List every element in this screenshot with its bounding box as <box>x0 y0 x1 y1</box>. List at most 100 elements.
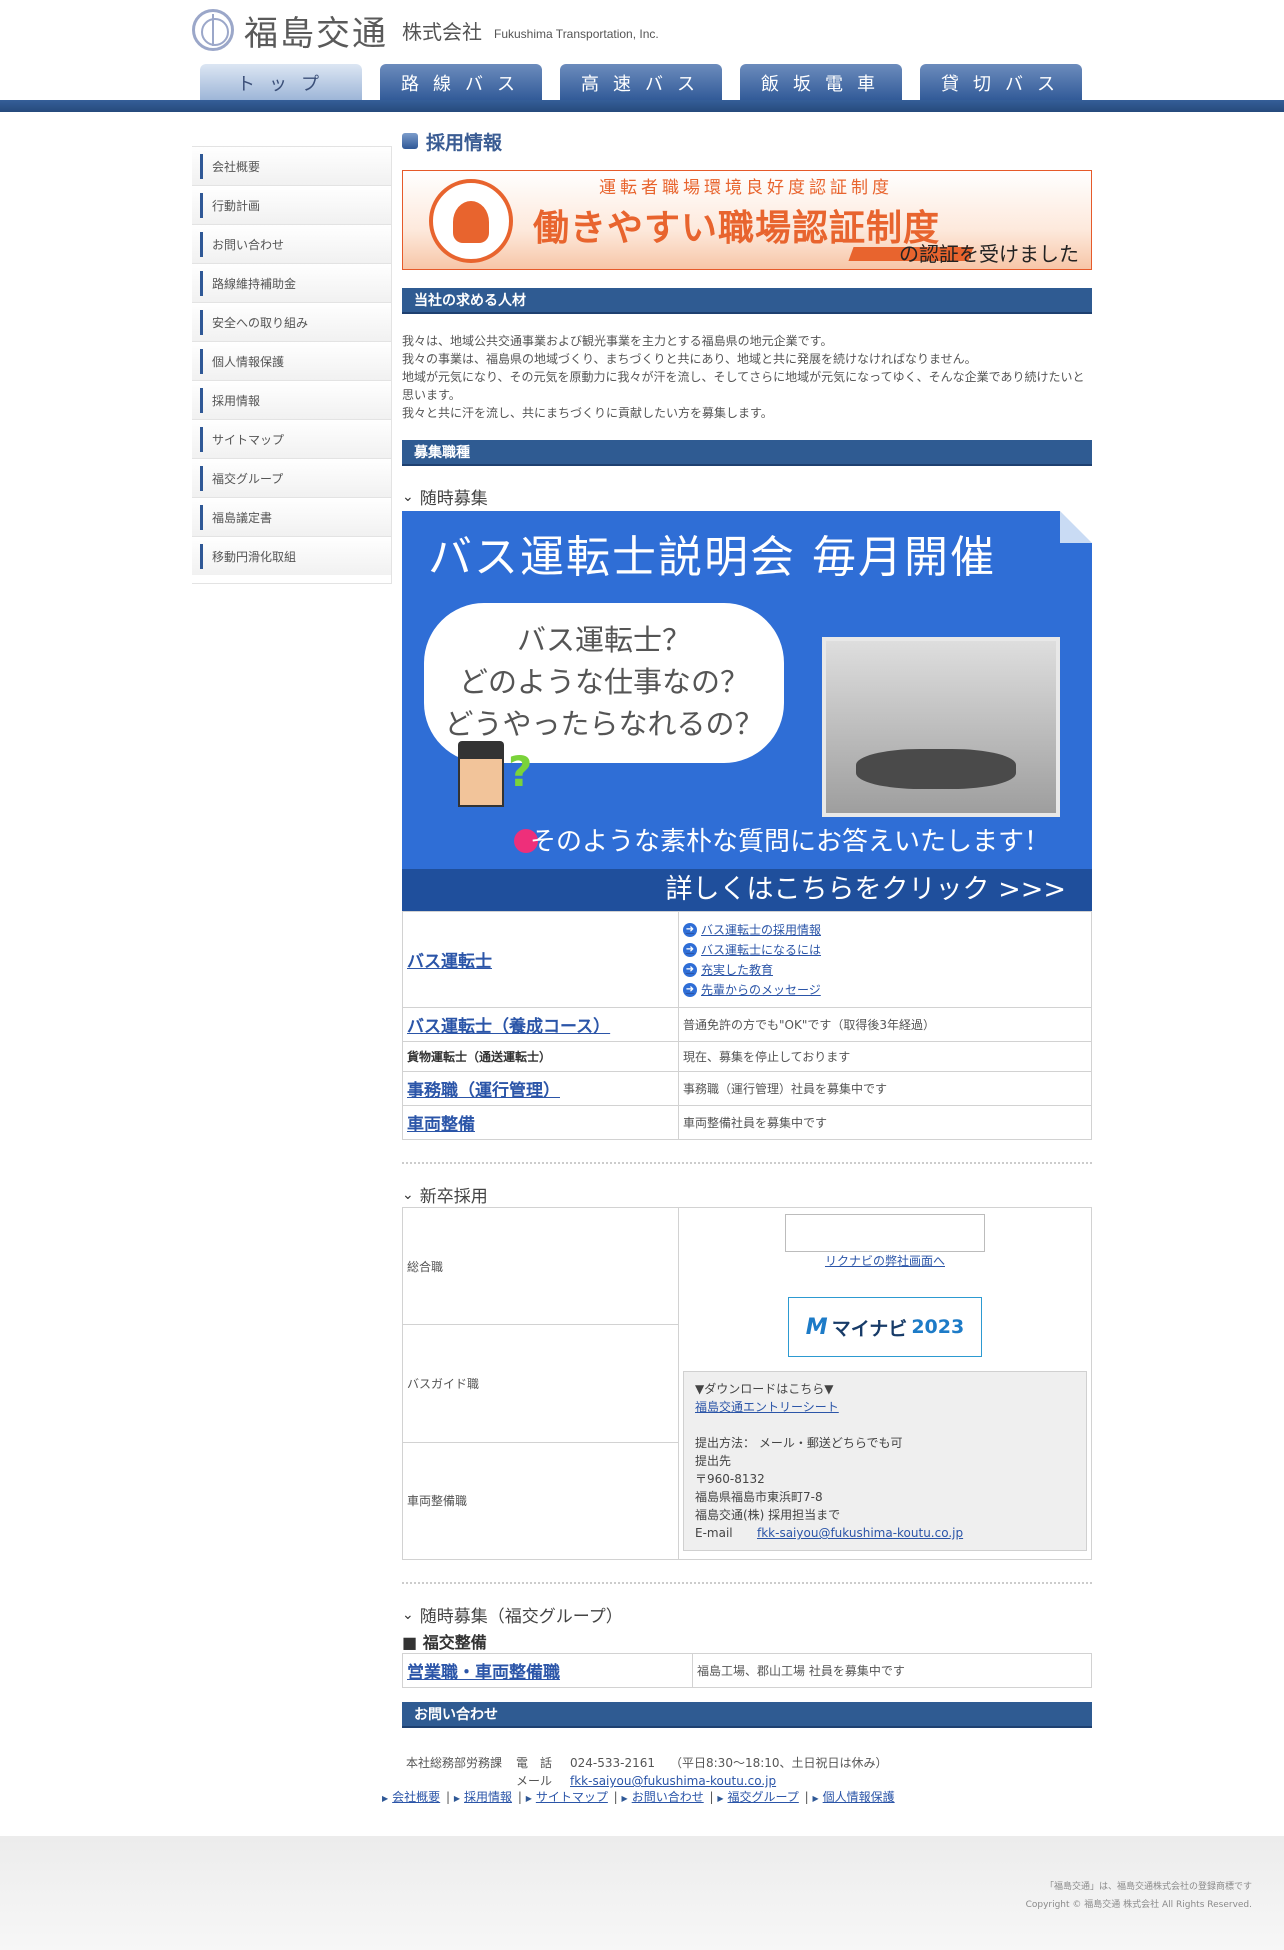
job-link-office[interactable]: 事務職（運行管理） <box>407 1081 560 1101</box>
job-links-cell: ➜ バス運転士の採用情報 ➜ バス運転士になるには ➜ 充実した教育 ➜ 先輩からのメッ… <box>678 911 1092 1008</box>
sidebar-item-action-plan[interactable]: 行動計画 <box>192 185 391 224</box>
footer-links: ▶ 会社概要 | ▶ 採用情報 | ▶ サイトマップ | ▶ お問い合わせ | ▶ 福交グ… <box>382 1790 895 1804</box>
section-header-jobs: 募集職種 <box>402 440 1092 466</box>
page-fold-icon <box>1060 511 1092 543</box>
job-cell: 営業職・車両整備職 <box>402 1653 693 1688</box>
sidebar-item-group[interactable]: 福交グループ <box>192 458 391 497</box>
job-link-maintenance[interactable]: 車両整備 <box>407 1115 475 1135</box>
title-bullet-icon <box>402 133 418 149</box>
site-footer: 「福島交通」は、福島交通株式会社の登録商標です Copyright © 福島交通… <box>0 1836 1284 1950</box>
banner1-sub: 運転者職場環境良好度認証制度 <box>599 178 893 198</box>
footer-link-sitemap[interactable]: サイトマップ <box>536 1790 608 1804</box>
graduate-recruit-title: 新卒採用 <box>419 1187 488 1207</box>
nav-tab-highway-bus[interactable]: 高速バス <box>560 64 722 102</box>
sidebar-item-protocol[interactable]: 福島議定書 <box>192 497 391 536</box>
sidebar-item-contact[interactable]: お問い合わせ <box>192 224 391 263</box>
footer-link-contact[interactable]: お問い合わせ <box>632 1790 704 1804</box>
grad-job: 総合職 <box>402 1206 679 1326</box>
arrow-right-icon: ➜ <box>683 942 697 957</box>
group-jobs-table: 営業職・車両整備職 福島工場、郡山工場 社員を募集中です <box>402 1653 1092 1688</box>
mynavi-year: 2023 <box>911 1316 965 1338</box>
logo-company-suffix: 株式会社 <box>402 19 482 44</box>
workplace-cert-banner[interactable]: 運転者職場環境良好度認証制度 働きやすい職場認証制度 の認証を受けました <box>402 170 1092 270</box>
table-row: 貨物運転士（通送運転士） 現在、募集を停止しております <box>402 1041 1092 1072</box>
graduate-recruit-head: ⌄ 新卒採用 <box>402 1182 1092 1208</box>
entry-sheet-link[interactable]: 福島交通エントリーシート <box>695 1400 839 1414</box>
grad-job: 車両整備職 <box>402 1441 679 1561</box>
job-link-driver-training[interactable]: バス運転士（養成コース） <box>407 1017 610 1037</box>
logo-name: 福島交通 <box>244 13 388 54</box>
nav-tab-route-bus[interactable]: 路線バス <box>380 64 542 102</box>
bubble-line: どのような仕事なの？ <box>458 665 749 699</box>
tel-number: 024-533-2161 <box>570 1756 656 1770</box>
intro-line: 地域が元気になり、その元気を原動力に我々が汗を流し、そしてさらに地域が元気になっ… <box>402 370 1085 402</box>
nav-tab-charter-bus[interactable]: 貸切バス <box>920 64 1082 102</box>
job-desc: 現在、募集を停止しております <box>678 1041 1092 1072</box>
table-row: バス運転士（養成コース） 普通免許の方でも"OK"です（取得後3年経過） <box>402 1007 1092 1042</box>
sidebar-item-privacy[interactable]: 個人情報保護 <box>192 341 391 380</box>
rikunabi-link[interactable]: リクナビの弊社画面へ <box>825 1254 945 1268</box>
table-row: 総合職 リクナビの弊社画面へ M マイナビ 2023 ▼ダウンロードはこちら▼ … <box>402 1206 1092 1560</box>
footer-link-company[interactable]: 会社概要 <box>392 1790 440 1804</box>
job-cell: バス運転士 <box>402 911 679 1008</box>
sidebar-item-safety[interactable]: 安全への取り組み <box>192 302 391 341</box>
confused-face-icon <box>458 741 504 807</box>
link-training[interactable]: ➜ 充実した教育 <box>683 960 1087 980</box>
job-link-sales-maintenance[interactable]: 営業職・車両整備職 <box>407 1663 560 1683</box>
table-row: 営業職・車両整備職 福島工場、郡山工場 社員を募集中です <box>402 1653 1092 1688</box>
dotted-divider <box>402 1162 1092 1164</box>
nav-tab-top[interactable]: トップ <box>200 64 362 102</box>
triangle-icon: ▶ <box>717 1794 724 1803</box>
nav-tab-iizaka-train[interactable]: 飯坂電車 <box>740 64 902 102</box>
intro-line: 我々の事業は、福島県の地域づくり、まちづくりと共にあり、地域と共に発展を続けなけ… <box>402 352 977 366</box>
sidebar-item-sitemap[interactable]: サイトマップ <box>192 419 391 458</box>
driver-briefing-banner[interactable]: バス運転士説明会 毎月開催 バス運転士？ どのような仕事なの？ どうやったらなれ… <box>402 511 1092 911</box>
download-head: ▼ダウンロードはこちら▼ <box>695 1382 834 1396</box>
bubble-line: バス運転士？ <box>516 623 691 657</box>
table-row: 車両整備 車両整備社員を募集中です <box>402 1105 1092 1140</box>
submit-dest-label: 提出先 <box>695 1454 732 1468</box>
job-link-bus-driver[interactable]: バス運転士 <box>407 952 492 972</box>
tel-label: 電 話 <box>516 1756 553 1770</box>
rikunabi-image[interactable] <box>785 1214 985 1252</box>
job-desc: 福島工場、郡山工場 社員を募集中です <box>692 1653 1092 1688</box>
section-header-contact: お問い合わせ <box>402 1702 1092 1728</box>
tel-hours: （平日8:30～18:10、土日祝日は休み） <box>670 1756 888 1770</box>
sidebar-item-recruit[interactable]: 採用情報 <box>192 380 391 419</box>
sidebar-item-route-subsidy[interactable]: 路線維持補助金 <box>192 263 391 302</box>
triangle-icon: ▶ <box>812 1794 819 1803</box>
link-how-to-become[interactable]: ➜ バス運転士になるには <box>683 940 1087 960</box>
contact-tel-row: 本社総務部労務課 電 話 024-533-2161 （平日8:30～18:10、… <box>406 1754 1092 1772</box>
speech-bubble: バス運転士？ どのような仕事なの？ どうやったらなれるの？ <box>424 603 784 763</box>
footer-link-recruit[interactable]: 採用情報 <box>464 1790 512 1804</box>
job-cell: 車両整備 <box>402 1105 679 1140</box>
company-recipient: 福島交通(株) 採用担当まで <box>695 1508 841 1522</box>
group-recruit-head: ⌄ 随時募集（福交グループ） <box>402 1602 1092 1628</box>
banner1-main: 働きやすい職場認証制度 <box>533 208 941 249</box>
triangle-icon: ▶ <box>382 1794 389 1803</box>
link-driver-recruit[interactable]: ➜ バス運転士の採用情報 <box>683 920 1087 940</box>
mynavi-badge[interactable]: M マイナビ 2023 <box>788 1297 982 1357</box>
site-logo[interactable]: 福島交通 株式会社 Fukushima Transportation, Inc. <box>192 8 659 54</box>
job-desc: 事務職（運行管理）社員を募集中です <box>678 1071 1092 1106</box>
intro-line: 我々と共に汗を流し、共にまちづくりに貢献したい方を募集します。 <box>402 406 773 420</box>
ongoing-recruit-head: ⌄ 随時募集 <box>402 484 1092 510</box>
sidebar-item-company[interactable]: 会社概要 <box>192 146 391 185</box>
job-cell: 貨物運転士（通送運転士） <box>402 1041 679 1072</box>
email-label: E-mail <box>695 1526 733 1540</box>
question-mark-icon: ? <box>508 747 533 796</box>
footer-link-privacy[interactable]: 個人情報保護 <box>823 1790 895 1804</box>
graduate-table: 総合職 リクナビの弊社画面へ M マイナビ 2023 ▼ダウンロードはこちら▼ … <box>402 1206 1092 1561</box>
email-link[interactable]: fkk-saiyou@fukushima-koutu.co.jp <box>757 1526 963 1540</box>
job-desc: 車両整備社員を募集中です <box>678 1105 1092 1140</box>
ongoing-recruit-title: 随時募集 <box>419 489 488 509</box>
link-senior-message[interactable]: ➜ 先輩からのメッセージ <box>683 980 1087 1000</box>
banner2-click[interactable]: 詳しくはこちらをクリック >>> <box>402 869 1092 911</box>
sidebar-item-mobility[interactable]: 移動円滑化取組 <box>192 536 391 575</box>
arrow-right-icon: ➜ <box>683 922 697 937</box>
intro-text: 我々は、地域公共交通事業および観光事業を主力とする福島県の地元企業です。 我々の… <box>402 332 1092 422</box>
mynavi-logo-icon: M <box>805 1314 828 1340</box>
footer-link-group[interactable]: 福交グループ <box>728 1790 799 1804</box>
job-cell: バス運転士（養成コース） <box>402 1007 679 1042</box>
download-box: ▼ダウンロードはこちら▼ 福島交通エントリーシート 提出方法： メール・郵送どち… <box>683 1371 1087 1551</box>
